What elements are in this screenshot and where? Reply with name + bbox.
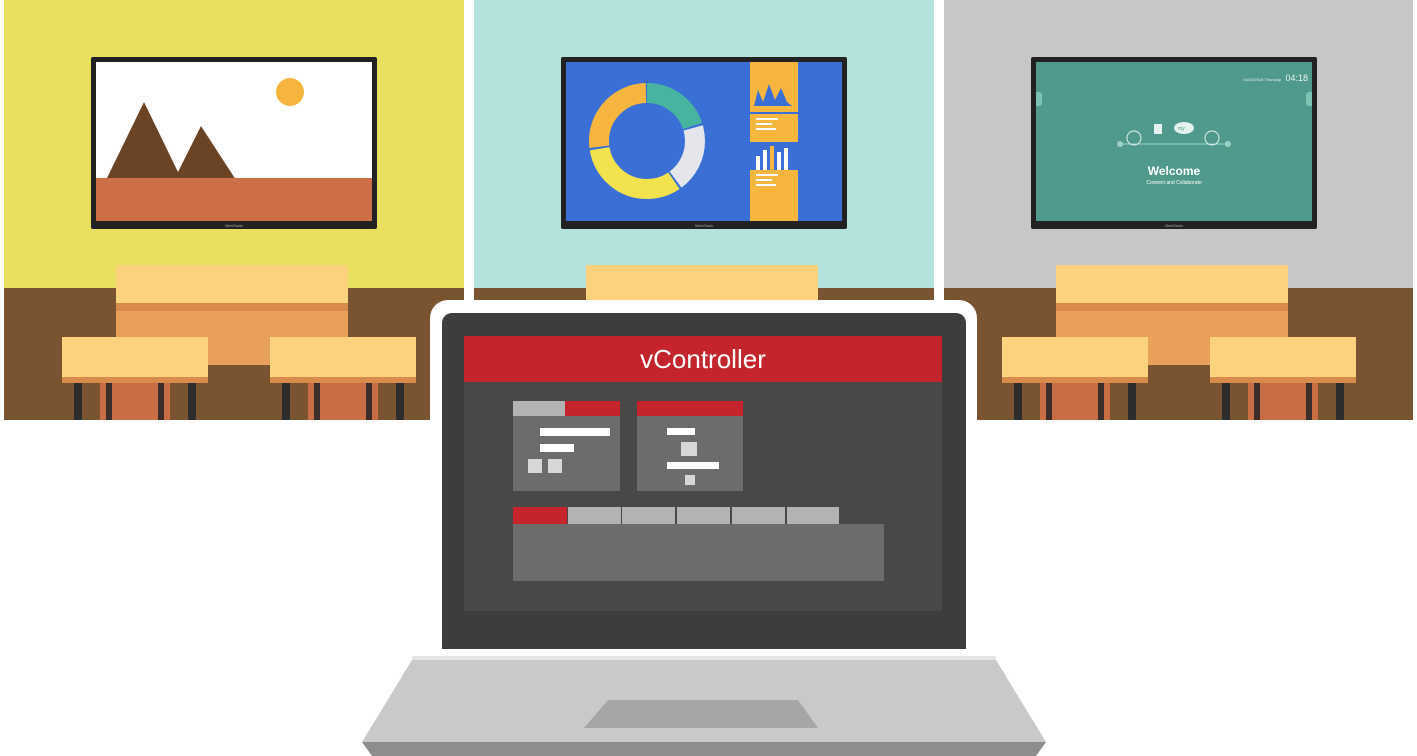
welcome-screen: 04/10/2018 Thursday 04:18 my Welcome Con… xyxy=(1036,62,1312,221)
connection-diagram: my xyxy=(1117,122,1231,147)
display-panel: 04/10/2018 Thursday 04:18 my Welcome Con… xyxy=(1031,57,1317,229)
date-text: 04/10/2018 Thursday xyxy=(1243,77,1282,82)
bar-chart-icon xyxy=(750,142,798,170)
card-tab-active[interactable] xyxy=(565,401,620,416)
landscape-screen xyxy=(96,62,372,221)
clock: 04/10/2018 Thursday 04:18 xyxy=(1243,68,1308,86)
placeholder-block xyxy=(681,442,697,456)
side-bar-panel xyxy=(750,62,798,221)
document-icon xyxy=(1154,124,1162,134)
side-handle-left xyxy=(1036,92,1042,106)
tab-active[interactable] xyxy=(513,507,567,524)
wifi-icon xyxy=(1126,130,1142,146)
welcome-title: Welcome xyxy=(1147,164,1201,178)
tab[interactable] xyxy=(787,507,839,524)
student-desk xyxy=(62,337,208,420)
classroom-panel-right: 04/10/2018 Thursday 04:18 my Welcome Con… xyxy=(944,0,1413,420)
mountain-icon xyxy=(106,102,236,180)
placeholder-line xyxy=(667,462,719,469)
camera-icon xyxy=(1204,130,1220,146)
tab-content-panel xyxy=(513,524,884,581)
placeholder-block xyxy=(685,475,695,485)
card-tab-inactive[interactable] xyxy=(513,401,565,416)
tv-logo: ViewSonic xyxy=(694,223,714,228)
tv-logo: ViewSonic xyxy=(1164,223,1184,228)
student-desk xyxy=(1210,337,1356,420)
mini-button[interactable] xyxy=(548,459,562,473)
welcome-subtitle: Connect and Collaborate xyxy=(1146,180,1202,186)
placeholder-line xyxy=(667,428,695,435)
display-panel: ViewSonic xyxy=(561,57,847,229)
mini-button[interactable] xyxy=(528,459,542,473)
display-panel: ViewSonic xyxy=(91,57,377,229)
placeholder-line xyxy=(540,428,610,436)
tv-logo: ViewSonic xyxy=(224,223,244,228)
tab[interactable] xyxy=(732,507,785,524)
donut-chart-icon xyxy=(589,62,798,221)
placeholder-line xyxy=(540,444,574,452)
dashboard-screen xyxy=(566,62,842,221)
time-text: 04:18 xyxy=(1285,73,1308,83)
svg-text:my: my xyxy=(1178,126,1185,132)
landscape-image-icon xyxy=(96,78,372,221)
app-title-bar: vController xyxy=(464,336,942,382)
trackpad xyxy=(584,700,818,728)
card-tab-active[interactable] xyxy=(637,401,743,416)
student-desk xyxy=(1002,337,1148,420)
tab[interactable] xyxy=(677,507,730,524)
tab[interactable] xyxy=(622,507,675,524)
tab[interactable] xyxy=(568,507,621,524)
student-desk xyxy=(270,337,416,420)
sun-icon xyxy=(276,78,304,106)
side-handle-right xyxy=(1306,92,1312,106)
ground xyxy=(96,178,372,221)
classroom-panel-left: ViewSonic xyxy=(4,0,464,420)
laptop-keyboard-deck xyxy=(362,660,1046,756)
